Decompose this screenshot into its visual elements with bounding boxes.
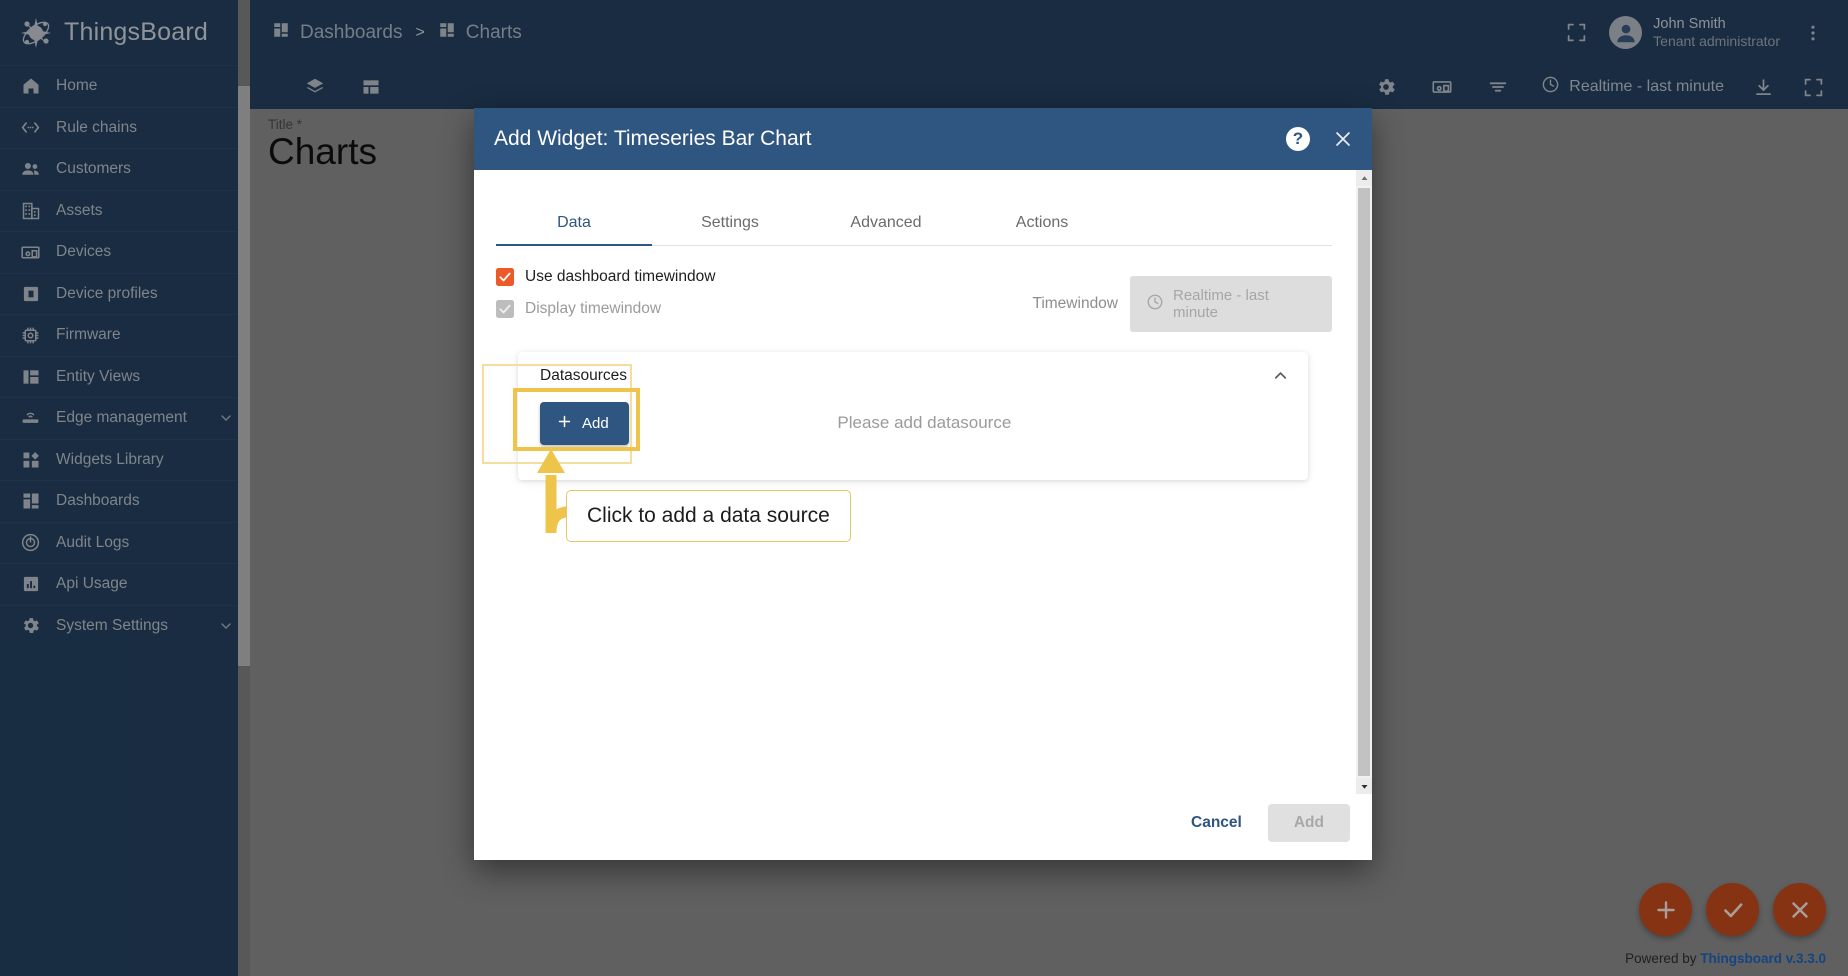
- checkbox-label: Display timewindow: [525, 300, 661, 318]
- timewindow-caption: Timewindow: [1032, 295, 1118, 313]
- datasources-empty-text: Please add datasource: [629, 413, 1220, 433]
- scroll-up-icon[interactable]: [1356, 170, 1372, 186]
- tab-label: Settings: [701, 214, 759, 231]
- dialog-scroll-area: Data Settings Advanced Actions Use: [474, 170, 1356, 794]
- tab-label: Actions: [1016, 214, 1068, 231]
- scroll-down-icon[interactable]: [1356, 778, 1372, 794]
- timewindow-row: Use dashboard timewindow Display timewin…: [496, 268, 1332, 332]
- timewindow-checkboxes: Use dashboard timewindow Display timewin…: [496, 268, 926, 332]
- dialog-scrollbar[interactable]: [1356, 170, 1372, 794]
- checkbox-label: Use dashboard timewindow: [525, 268, 715, 286]
- tab-label: Data: [557, 214, 591, 231]
- datasources-card: Datasources Add: [518, 352, 1308, 480]
- data-tab-panel: Use dashboard timewindow Display timewin…: [474, 246, 1356, 480]
- chevron-up-icon[interactable]: [1271, 366, 1290, 385]
- checkbox-checked-disabled-icon: [496, 300, 514, 318]
- datasources-body: Add Please add datasource: [518, 385, 1308, 457]
- widget-timewindow-value: Realtime - last minute: [1173, 287, 1316, 321]
- tab-label: Advanced: [850, 214, 921, 231]
- checkbox-checked-icon: [496, 268, 514, 286]
- display-timewindow-checkbox[interactable]: Display timewindow: [496, 300, 926, 318]
- dialog-tabs: Data Settings Advanced Actions: [474, 170, 1356, 246]
- plus-icon: [556, 413, 573, 434]
- clock-icon: [1146, 293, 1164, 315]
- cancel-button[interactable]: Cancel: [1175, 804, 1258, 842]
- tab-data[interactable]: Data: [496, 204, 652, 246]
- close-icon[interactable]: [1332, 128, 1354, 150]
- dialog-footer: Cancel Add: [474, 794, 1372, 860]
- dialog-body: Data Settings Advanced Actions Use: [474, 170, 1372, 794]
- datasources-title: Datasources: [540, 367, 1271, 385]
- tab-advanced[interactable]: Advanced: [808, 204, 964, 246]
- tab-settings[interactable]: Settings: [652, 204, 808, 246]
- add-button: Add: [1268, 804, 1350, 842]
- coachmark-tooltip: Click to add a data source: [566, 490, 851, 542]
- dialog-title: Add Widget: Timeseries Bar Chart: [494, 127, 1286, 151]
- dialog-header: Add Widget: Timeseries Bar Chart ?: [474, 108, 1372, 170]
- add-datasource-button[interactable]: Add: [540, 402, 629, 445]
- coachmark-text: Click to add a data source: [587, 504, 830, 527]
- help-icon[interactable]: ?: [1286, 127, 1310, 151]
- datasources-header: Datasources: [518, 352, 1308, 385]
- dialog-scrollbar-thumb[interactable]: [1358, 188, 1370, 776]
- use-dashboard-timewindow-checkbox[interactable]: Use dashboard timewindow: [496, 268, 926, 286]
- add-datasource-label: Add: [582, 415, 609, 432]
- widget-timewindow-field: Realtime - last minute: [1130, 276, 1332, 332]
- widget-timewindow-group: Timewindow Realtime - last minute: [1032, 276, 1332, 332]
- add-widget-dialog: Add Widget: Timeseries Bar Chart ? Data …: [474, 108, 1372, 860]
- tab-actions[interactable]: Actions: [964, 204, 1120, 246]
